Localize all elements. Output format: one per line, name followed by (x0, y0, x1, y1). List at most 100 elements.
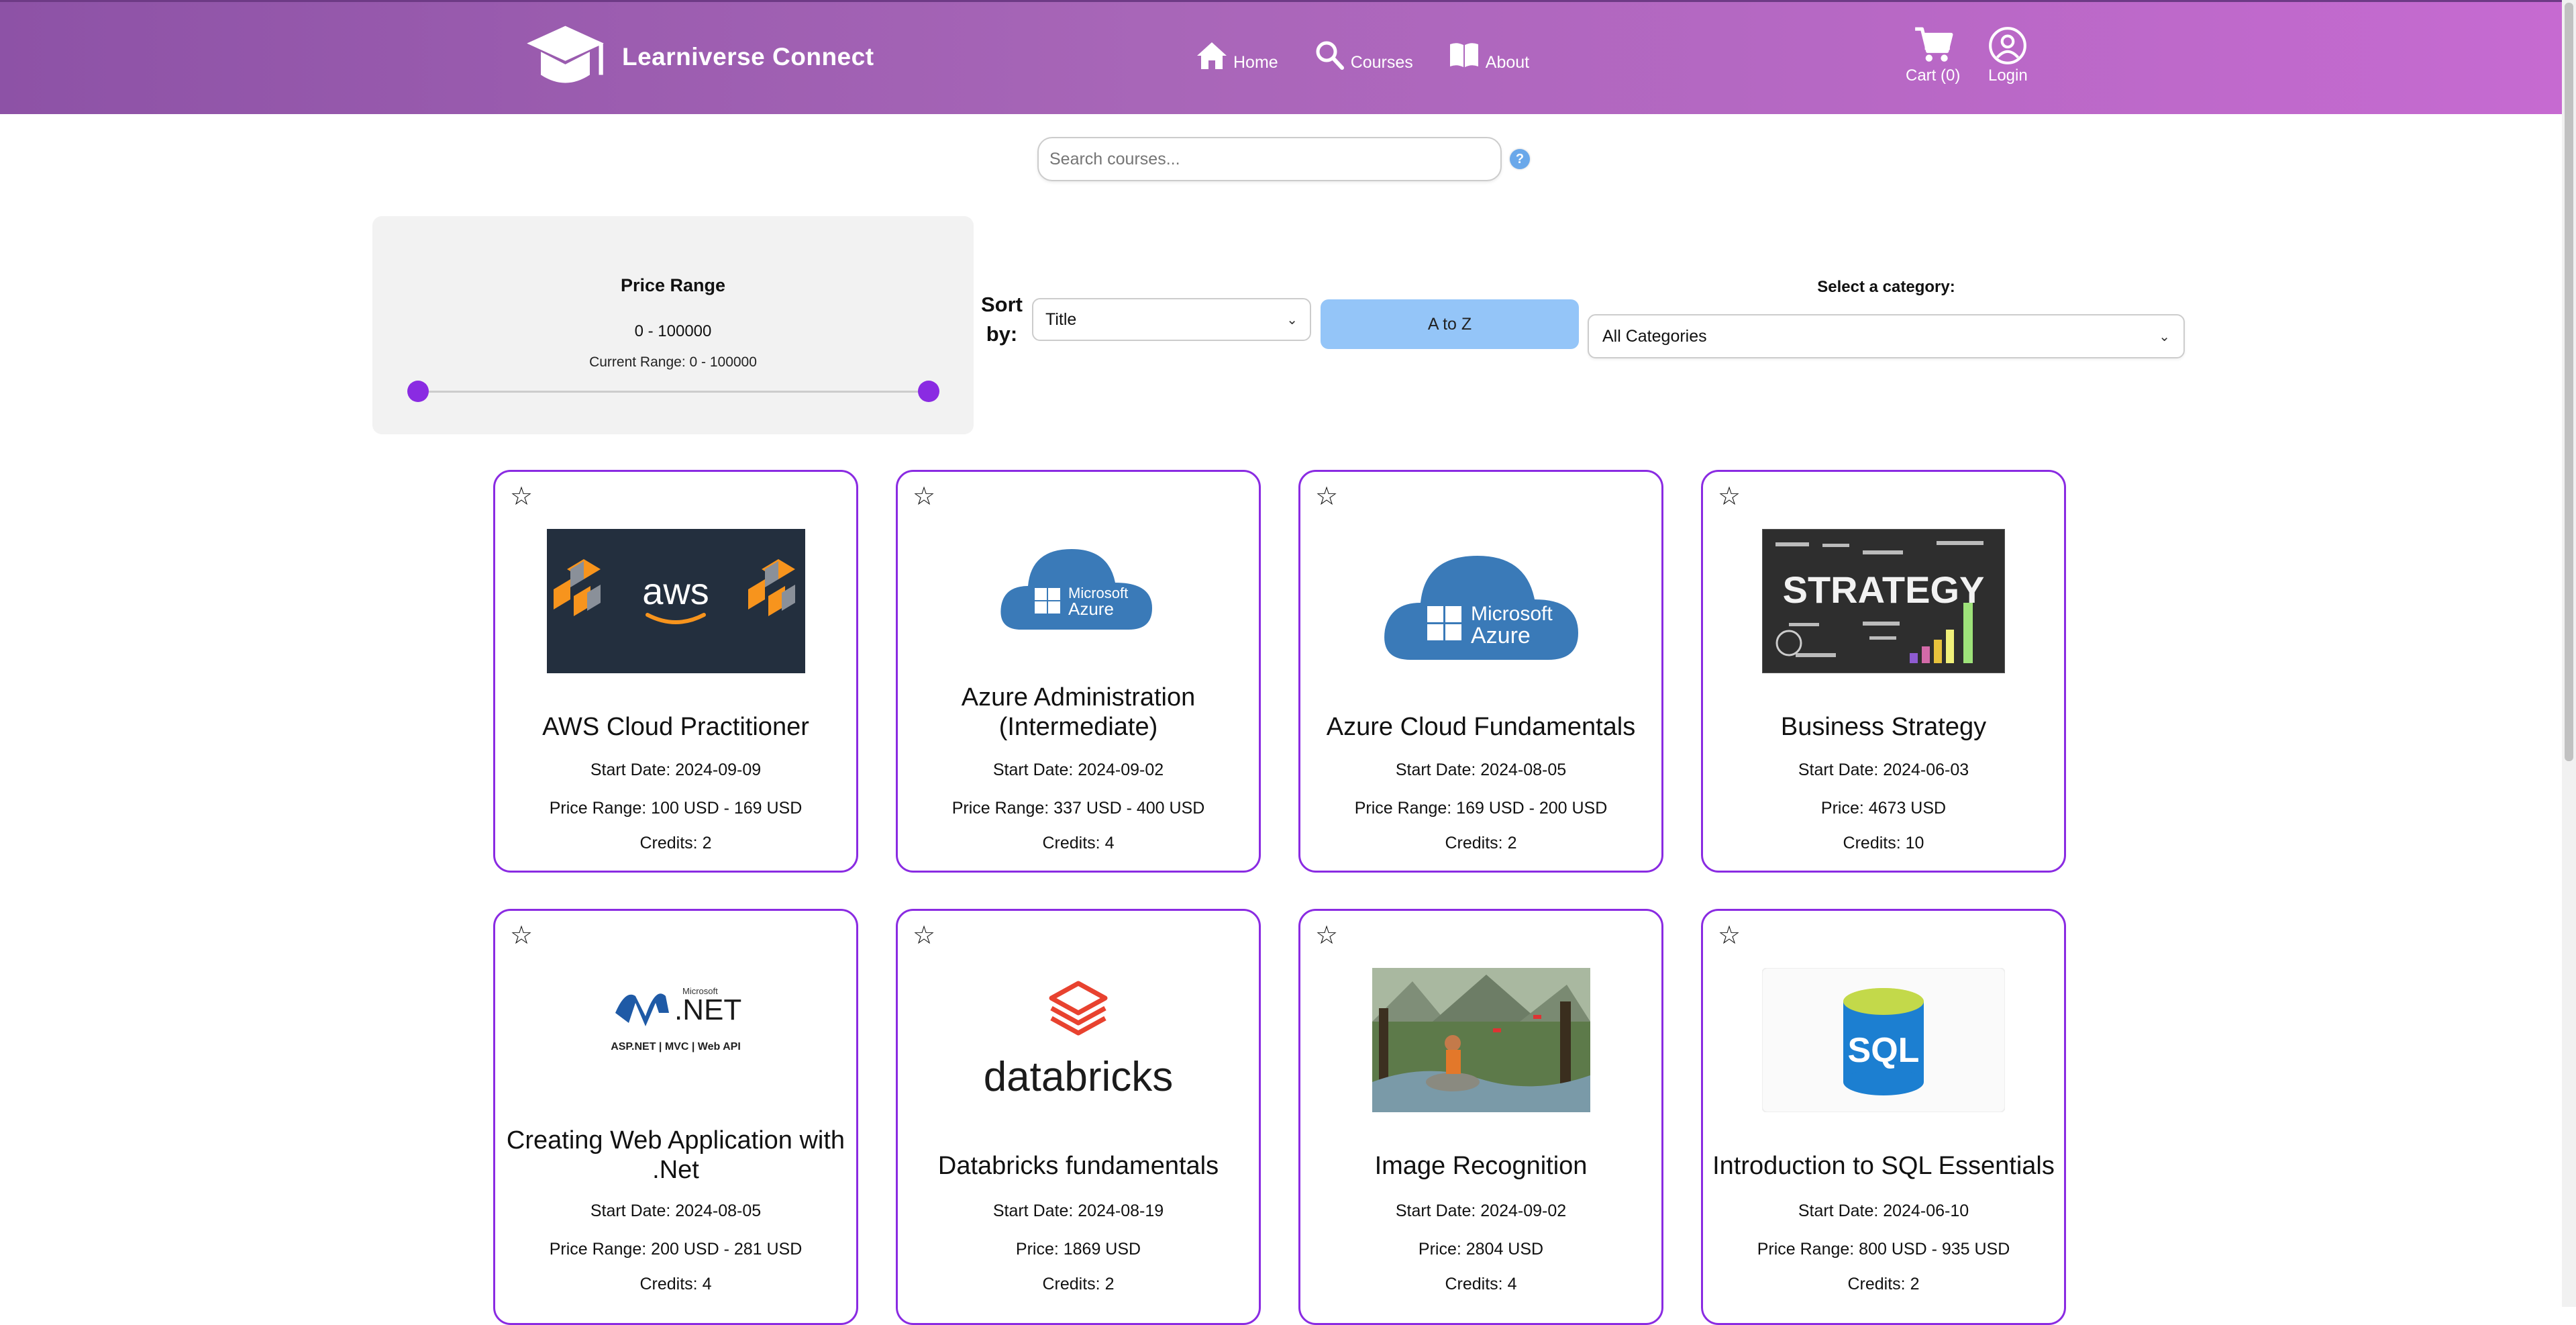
course-start-date: Start Date: 2024-08-05 (590, 1201, 762, 1220)
favorite-star-icon[interactable]: ☆ (1718, 484, 1741, 509)
cart-button[interactable]: Cart (0) (1906, 25, 1960, 85)
price-range-value: 0 - 100000 (634, 322, 712, 340)
course-credits: Credits: 2 (639, 834, 712, 852)
search-input[interactable] (1037, 137, 1502, 181)
course-card[interactable]: ☆ Image Recognition Start Date: 2024-09-… (1298, 909, 1663, 1325)
svg-text:ASP.NET | MVC | Web API: ASP.NET | MVC | Web API (611, 1041, 741, 1052)
chevron-down-icon: ⌄ (2159, 329, 2170, 344)
category-label: Select a category: (1817, 278, 1955, 296)
course-start-date: Start Date: 2024-08-19 (992, 1201, 1164, 1220)
favorite-star-icon[interactable]: ☆ (1718, 923, 1741, 948)
course-image: Microsoft .NET ASP.NET | MVC | Web API (495, 966, 856, 1067)
azure-cloud-logo: Microsoft Azure (1000, 549, 1152, 630)
course-image: databricks (898, 978, 1259, 1099)
course-start-date: Start Date: 2024-08-05 (1395, 760, 1567, 779)
aws-logo-image: aws (546, 529, 805, 673)
course-credits: Credits: 2 (1847, 1275, 1920, 1293)
scrollbar-thumb[interactable] (2565, 3, 2573, 761)
svg-text:databricks: databricks (984, 1054, 1174, 1099)
course-card[interactable]: ☆ SQL Introduction to SQL Essentials Sta… (1701, 909, 2066, 1325)
user-circle-icon (1989, 27, 2027, 64)
course-title: AWS Cloud Practitioner (542, 713, 809, 741)
svg-text:.NET: .NET (674, 993, 741, 1026)
svg-text:Microsoft: Microsoft (1471, 603, 1553, 625)
current-range-text: Current Range: 0 - 100000 (589, 354, 757, 370)
course-title: Creating Web Application with .Net (506, 1126, 845, 1184)
svg-text:STRATEGY: STRATEGY (1783, 569, 1985, 611)
course-card[interactable]: ☆ Microsoft Azure Azure Administration (… (896, 470, 1261, 873)
course-card[interactable]: ☆ Microsoft Azure Azure Cloud Fundamenta… (1298, 470, 1663, 873)
svg-text:Azure: Azure (1471, 623, 1531, 648)
nav-courses[interactable]: Courses (1312, 39, 1413, 72)
nav-home[interactable]: Home (1194, 39, 1278, 72)
cart-label: Cart (0) (1906, 66, 1961, 85)
course-image: aws (495, 529, 856, 673)
help-icon[interactable]: ? (1510, 149, 1530, 169)
course-price: Price: 4673 USD (1820, 799, 1947, 818)
home-icon (1197, 42, 1227, 69)
course-card[interactable]: ☆ Microsoft .NET ASP.NET | MVC | Web API… (493, 909, 858, 1325)
course-price: Price Range: 200 USD - 281 USD (549, 1240, 803, 1259)
favorite-star-icon[interactable]: ☆ (1315, 484, 1338, 509)
user-nav: Cart (0) Login (1906, 25, 2028, 85)
course-start-date: Start Date: 2024-06-03 (1798, 760, 1969, 779)
course-image: Microsoft Azure (1300, 529, 1661, 670)
course-image: SQL (1703, 968, 2064, 1112)
course-credits: Credits: 10 (1843, 834, 1924, 852)
course-start-date: Start Date: 2024-09-09 (590, 760, 762, 779)
course-card[interactable]: ☆ databricks Databricks fundamentals Sta… (896, 909, 1261, 1325)
course-title: Introduction to SQL Essentials (1712, 1152, 2055, 1180)
price-range-panel: Price Range 0 - 100000 Current Range: 0 … (372, 216, 974, 434)
course-title: Business Strategy (1780, 713, 1987, 741)
svg-text:Azure: Azure (1068, 599, 1114, 619)
brand[interactable]: Learniverse Connect (523, 17, 874, 97)
favorite-star-icon[interactable]: ☆ (510, 484, 533, 509)
course-price: Price: 2804 USD (1418, 1240, 1544, 1259)
sort-selected-value: Title (1045, 309, 1077, 329)
course-card[interactable]: ☆ aws AWS Cloud Practitioner Start Date:… (493, 470, 858, 873)
brand-name: Learniverse Connect (622, 43, 874, 70)
svg-text:aws: aws (642, 570, 709, 612)
search-bar: ? (1037, 137, 1530, 181)
chevron-down-icon: ⌄ (1286, 312, 1298, 328)
category-selected-value: All Categories (1602, 326, 1707, 346)
course-title: Azure Administration (Intermediate) (961, 683, 1196, 741)
favorite-star-icon[interactable]: ☆ (1315, 923, 1338, 948)
sort-label: Sort by: (981, 293, 1023, 346)
forest-stream-photo (1372, 968, 1590, 1112)
nav-courses-label: Courses (1350, 53, 1413, 72)
nav-home-label: Home (1233, 53, 1278, 72)
svg-text:SQL: SQL (1848, 1031, 1920, 1070)
course-credits: Credits: 2 (1042, 1275, 1115, 1293)
category-select[interactable]: All Categories ⌄ (1588, 314, 2185, 358)
course-price: Price Range: 169 USD - 200 USD (1354, 799, 1608, 818)
favorite-star-icon[interactable]: ☆ (913, 484, 935, 509)
course-price: Price Range: 337 USD - 400 USD (951, 799, 1205, 818)
nav-about[interactable]: About (1447, 39, 1529, 72)
login-button[interactable]: Login (1987, 25, 2028, 85)
course-title: Databricks fundamentals (937, 1152, 1219, 1180)
cart-icon (1914, 27, 1953, 62)
course-price: Price: 1869 USD (1015, 1240, 1141, 1259)
course-title: Azure Cloud Fundamentals (1326, 713, 1636, 741)
course-title: Image Recognition (1374, 1152, 1588, 1180)
sort-select[interactable]: Title ⌄ (1032, 298, 1311, 341)
price-slider-track[interactable] (417, 391, 927, 393)
course-card[interactable]: ☆ STRATEGY Business Strategy Start Date:… (1701, 470, 2066, 873)
favorite-star-icon[interactable]: ☆ (913, 923, 935, 948)
book-icon (1449, 43, 1478, 67)
course-credits: Credits: 4 (1445, 1275, 1517, 1293)
strategy-chalkboard-image: STRATEGY (1762, 529, 2005, 673)
course-credits: Credits: 4 (1042, 834, 1115, 852)
graduation-cap-icon (527, 26, 604, 83)
favorite-star-icon[interactable]: ☆ (510, 923, 533, 948)
sort-order-button[interactable]: A to Z (1321, 299, 1579, 349)
price-slider-max-thumb[interactable] (918, 381, 939, 402)
price-slider-min-thumb[interactable] (407, 381, 429, 402)
course-image (1300, 968, 1661, 1112)
course-image: STRATEGY (1703, 529, 2064, 673)
databricks-logo-image: databricks (984, 981, 1174, 1099)
course-price: Price Range: 100 USD - 169 USD (549, 799, 803, 818)
sql-database-logo: SQL (1762, 968, 2005, 1112)
course-start-date: Start Date: 2024-09-02 (1395, 1201, 1567, 1220)
